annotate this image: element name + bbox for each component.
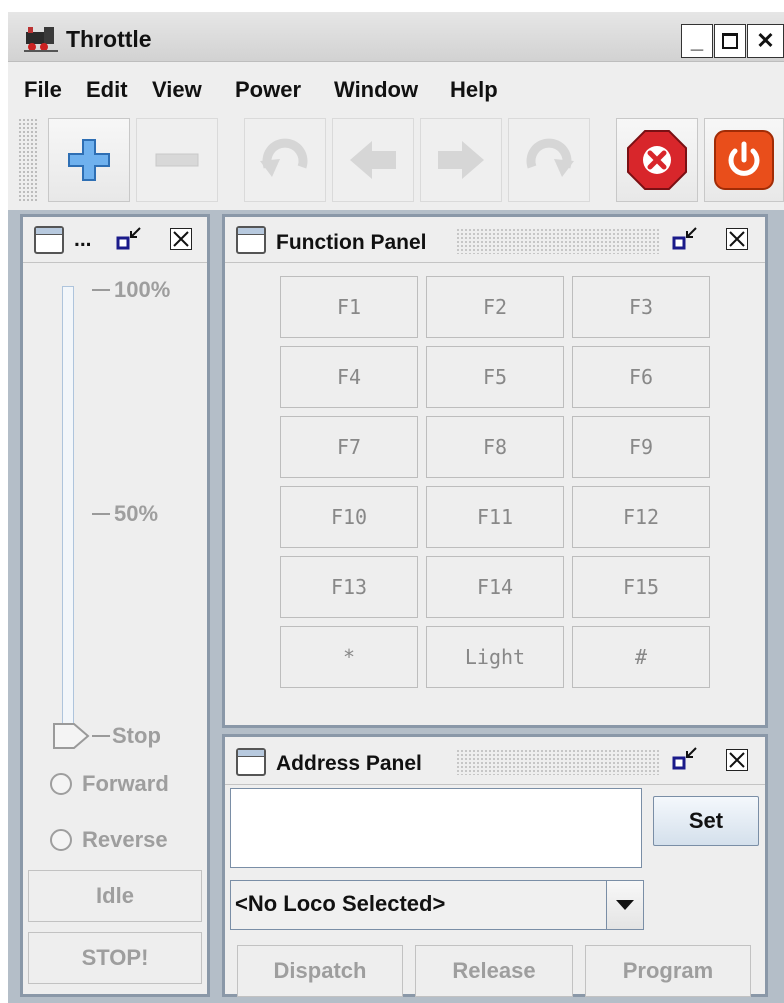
idle-button[interactable]: Idle (28, 870, 202, 922)
function-button-f12[interactable]: F12 (572, 486, 710, 548)
program-button[interactable]: Program (585, 945, 751, 997)
speed-label-min: Stop (112, 723, 161, 748)
set-button[interactable]: Set (653, 796, 759, 846)
function-button-f11[interactable]: F11 (426, 486, 564, 548)
release-button[interactable]: Release (415, 945, 573, 997)
remove-icon (155, 153, 199, 167)
speed-label-max: 100% (114, 277, 171, 302)
menu-help[interactable]: Help (450, 77, 498, 103)
undo-button[interactable] (244, 118, 326, 202)
menu-edit[interactable]: Edit (86, 77, 128, 103)
speed-slider-thumb[interactable] (52, 722, 90, 750)
maximize-icon[interactable] (714, 24, 746, 58)
roster-combo[interactable]: <No Loco Selected> (230, 880, 644, 930)
chevron-down-icon[interactable] (606, 881, 643, 929)
function-button-f5[interactable]: F5 (426, 346, 564, 408)
function-button-f1[interactable]: F1 (280, 276, 418, 338)
reverse-radio[interactable] (50, 829, 72, 851)
iconify-icon[interactable] (116, 226, 142, 252)
locomotive-icon (24, 24, 60, 54)
title-grip (456, 749, 660, 775)
close-frame-icon[interactable] (726, 749, 748, 771)
dispatch-button[interactable]: Dispatch (237, 945, 403, 997)
menu-file[interactable]: File (24, 77, 62, 103)
tick-min (92, 735, 110, 737)
back-button[interactable] (332, 118, 414, 202)
function-button-f13[interactable]: F13 (280, 556, 418, 618)
function-button-f8[interactable]: F8 (426, 416, 564, 478)
function-button-f15[interactable]: F15 (572, 556, 710, 618)
function-button-hash[interactable]: # (572, 626, 710, 688)
function-button-f10[interactable]: F10 (280, 486, 418, 548)
roster-selected: <No Loco Selected> (235, 891, 446, 916)
function-panel-body: F1 F2 F3 F4 F5 F6 F7 F8 F9 F10 F11 F12 F13 F14 F15 * Lig… (228, 266, 762, 722)
stop-button[interactable]: STOP! (28, 932, 202, 984)
stop-label: STOP! (81, 945, 149, 970)
idle-label: Idle (96, 883, 134, 908)
function-button-f7[interactable]: F7 (280, 416, 418, 478)
dispatch-label: Dispatch (273, 958, 367, 983)
menu-view[interactable]: View (152, 77, 202, 103)
close-frame-icon[interactable] (170, 228, 192, 250)
control-panel-title: ... (74, 228, 92, 251)
toolbar-grip[interactable] (18, 118, 38, 202)
remove-throttle-button[interactable] (136, 118, 218, 202)
menu-window[interactable]: Window (334, 77, 418, 103)
title-grip (456, 228, 660, 254)
function-panel-title: Function Panel (276, 231, 427, 254)
iconify-icon[interactable] (672, 226, 698, 252)
power-icon (714, 130, 774, 190)
forward-radio[interactable] (50, 773, 72, 795)
iconify-icon[interactable] (672, 746, 698, 772)
function-button-f3[interactable]: F3 (572, 276, 710, 338)
forward-label: Forward (82, 771, 169, 796)
window-title: Throttle (66, 26, 152, 52)
undo-icon (260, 138, 308, 177)
function-button-f2[interactable]: F2 (426, 276, 564, 338)
function-button-light[interactable]: Light (426, 626, 564, 688)
forward-arrow-icon (438, 141, 484, 179)
frame-icon (236, 748, 266, 776)
redo-button[interactable] (508, 118, 590, 202)
stop-all-button[interactable] (616, 118, 698, 202)
minimize-icon[interactable]: _ (681, 24, 713, 58)
add-throttle-button[interactable] (48, 118, 130, 202)
menu-power[interactable]: Power (235, 77, 301, 103)
set-label: Set (688, 808, 724, 833)
close-icon[interactable]: ✕ (747, 24, 784, 58)
frame-icon (34, 226, 64, 254)
address-panel-title: Address Panel (276, 752, 422, 775)
power-button[interactable] (704, 118, 784, 202)
back-arrow-icon (350, 141, 396, 179)
reverse-label: Reverse (82, 827, 168, 852)
function-button-star[interactable]: * (280, 626, 418, 688)
tick-mid (92, 513, 110, 515)
release-label: Release (452, 958, 536, 983)
speed-label-mid: 50% (114, 501, 159, 526)
function-button-f6[interactable]: F6 (572, 346, 710, 408)
function-button-f14[interactable]: F14 (426, 556, 564, 618)
redo-icon (526, 138, 574, 177)
stop-all-icon (627, 130, 687, 190)
function-button-f9[interactable]: F9 (572, 416, 710, 478)
close-frame-icon[interactable] (726, 228, 748, 250)
speed-slider-track[interactable] (62, 286, 74, 728)
address-input[interactable] (230, 788, 642, 868)
forward-button[interactable] (420, 118, 502, 202)
function-button-f4[interactable]: F4 (280, 346, 418, 408)
frame-icon (236, 226, 266, 254)
add-icon (68, 139, 110, 181)
program-label: Program (622, 958, 714, 983)
tick-max (92, 289, 110, 291)
